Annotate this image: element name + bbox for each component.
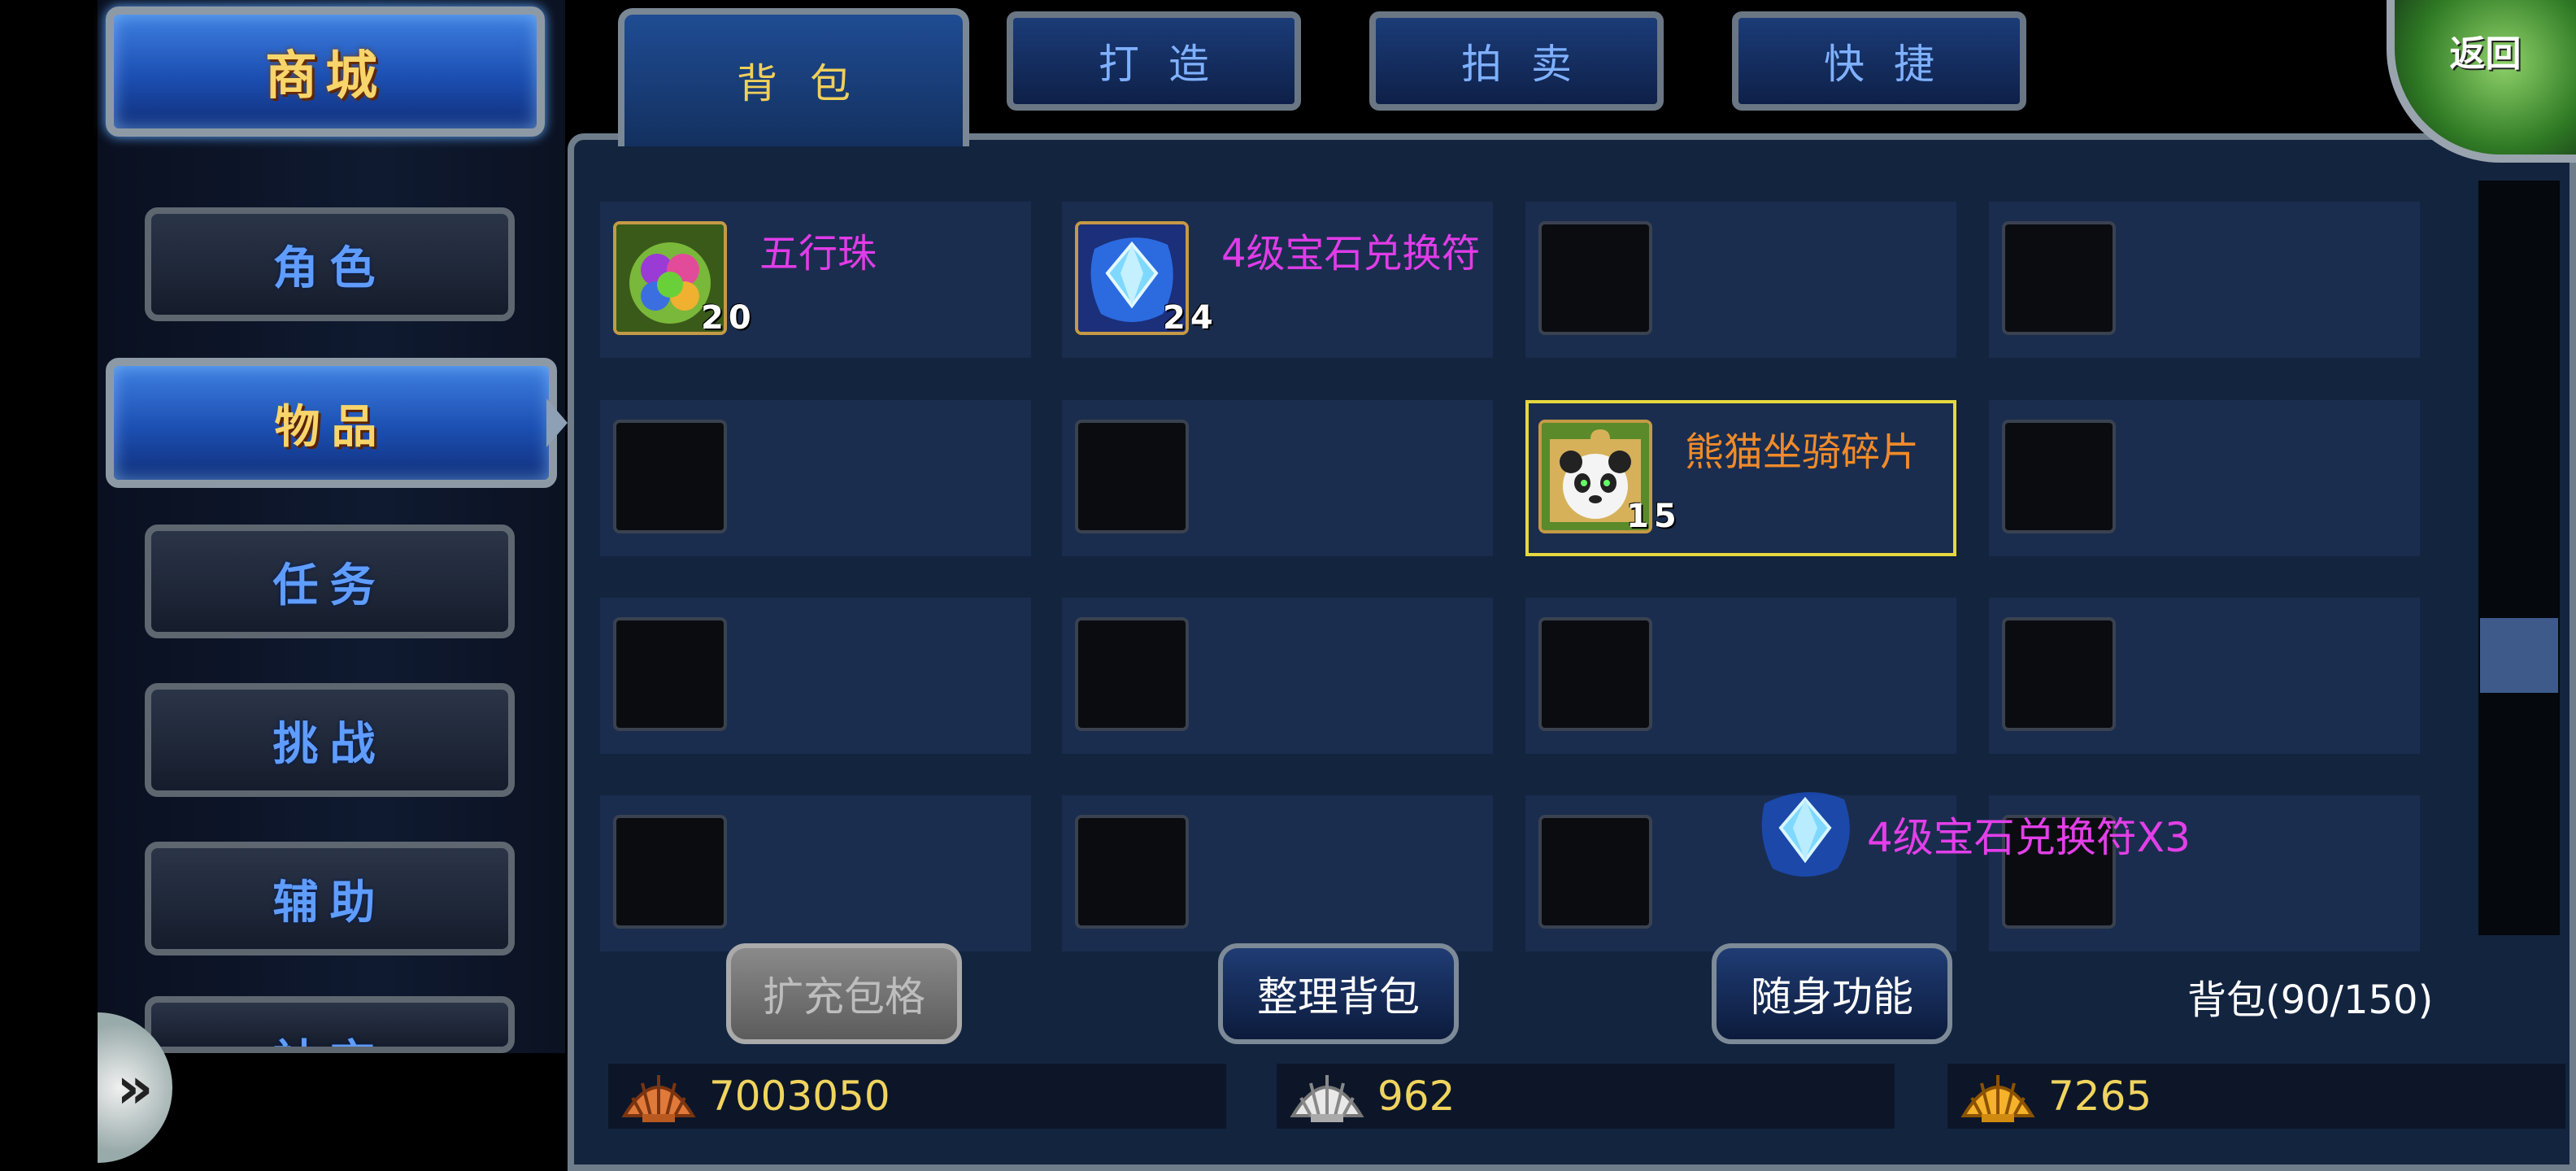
currency-value: 962 — [1377, 1073, 1456, 1120]
category-label: 任务 — [272, 558, 387, 612]
inventory-slot[interactable]: 20 五行珠 — [600, 202, 1031, 358]
category-label: 物品 — [274, 399, 389, 454]
inventory-slot[interactable] — [1062, 400, 1493, 556]
currency-silver: 962 — [1277, 1064, 1895, 1129]
inventory-slot[interactable] — [1062, 598, 1493, 754]
silver-shell-icon — [1290, 1075, 1364, 1122]
empty-slot-frame — [1538, 815, 1652, 929]
empty-slot-frame — [1075, 420, 1189, 533]
category-quest-button[interactable]: 任务 — [145, 525, 515, 638]
tab-label: 快捷 — [1824, 41, 1964, 88]
empty-slot-frame — [1538, 617, 1652, 731]
empty-slot-frame — [613, 815, 727, 929]
empty-slot-frame — [2002, 420, 2116, 533]
tab-label: 背包 — [737, 60, 883, 107]
tab-label: 打造 — [1099, 41, 1238, 88]
item-name: 熊猫坐骑碎片 — [1685, 429, 1920, 475]
bag-capacity: 背包(90/150) — [2187, 977, 2434, 1023]
inventory-slot[interactable]: 24 4级宝石兑换符 — [1062, 202, 1493, 358]
expand-bag-button[interactable]: 扩充包格 — [726, 943, 962, 1044]
portable-functions-button[interactable]: 随身功能 — [1712, 943, 1952, 1044]
gold-shell-icon — [1960, 1075, 2035, 1122]
double-chevron-icon: » — [116, 1054, 154, 1121]
tooltip-text: 4级宝石兑换符X3 — [1867, 814, 2191, 861]
item-quantity: 24 — [1163, 299, 1218, 337]
inventory-slot[interactable] — [1525, 202, 1956, 358]
empty-slot-frame — [613, 420, 727, 533]
tab-auction[interactable]: 拍卖 — [1369, 11, 1664, 111]
sort-bag-button[interactable]: 整理背包 — [1218, 943, 1459, 1044]
inventory-slot[interactable]: 15 熊猫坐骑碎片 — [1525, 400, 1956, 556]
category-label: 挑战 — [272, 716, 387, 771]
inventory-scrollbar[interactable] — [2478, 181, 2560, 935]
inventory-slot[interactable] — [1989, 400, 2420, 556]
button-label: 扩充包格 — [763, 973, 925, 1021]
scrollbar-thumb[interactable] — [2480, 618, 2558, 693]
inventory-slot[interactable] — [1989, 598, 2420, 754]
category-label: 社交 — [273, 1025, 387, 1047]
empty-slot-frame — [613, 617, 727, 731]
gem-voucher-icon — [1761, 792, 1850, 877]
item-quantity: 20 — [701, 299, 756, 337]
empty-slot-frame — [1075, 815, 1189, 929]
empty-slot-frame — [2002, 617, 2116, 731]
bronze-shell-icon — [621, 1075, 696, 1122]
inventory-slot[interactable] — [1989, 202, 2420, 358]
item-name: 4级宝石兑换符 — [1221, 231, 1481, 276]
item-quantity: 15 — [1626, 498, 1682, 535]
currency-bronze: 7003050 — [608, 1064, 1226, 1129]
category-label: 辅助 — [272, 875, 387, 929]
empty-slot-frame — [1075, 617, 1189, 731]
inventory-slot[interactable] — [600, 400, 1031, 556]
category-items-button[interactable]: 物品 — [106, 358, 557, 488]
active-arrow-icon — [546, 398, 568, 447]
category-label: 角色 — [272, 241, 387, 295]
category-social-button[interactable]: 社交 — [145, 996, 515, 1053]
item-name: 五行珠 — [759, 231, 877, 276]
return-label: 返回 — [2449, 33, 2522, 75]
empty-slot-frame — [1538, 221, 1652, 335]
inventory-slot[interactable] — [1062, 795, 1493, 951]
currency-value: 7003050 — [709, 1073, 890, 1120]
shop-label: 商城 — [265, 46, 385, 107]
button-label: 整理背包 — [1257, 973, 1420, 1021]
category-role-button[interactable]: 角色 — [145, 207, 515, 321]
inventory-slot[interactable] — [600, 795, 1031, 951]
tab-forge[interactable]: 打造 — [1007, 11, 1301, 111]
tab-quick[interactable]: 快捷 — [1732, 11, 2026, 111]
shop-button[interactable]: 商城 — [106, 7, 545, 137]
tab-bag[interactable]: 背包 — [618, 8, 969, 146]
currency-value: 7265 — [2048, 1073, 2152, 1120]
currency-gold: 7265 — [1947, 1064, 2565, 1129]
button-label: 随身功能 — [1751, 973, 1913, 1021]
empty-slot-frame — [2002, 221, 2116, 335]
category-challenge-button[interactable]: 挑战 — [145, 683, 515, 797]
tab-label: 拍卖 — [1461, 41, 1601, 88]
category-assist-button[interactable]: 辅助 — [145, 842, 515, 956]
inventory-slot[interactable] — [1525, 598, 1956, 754]
inventory-slot[interactable] — [600, 598, 1031, 754]
